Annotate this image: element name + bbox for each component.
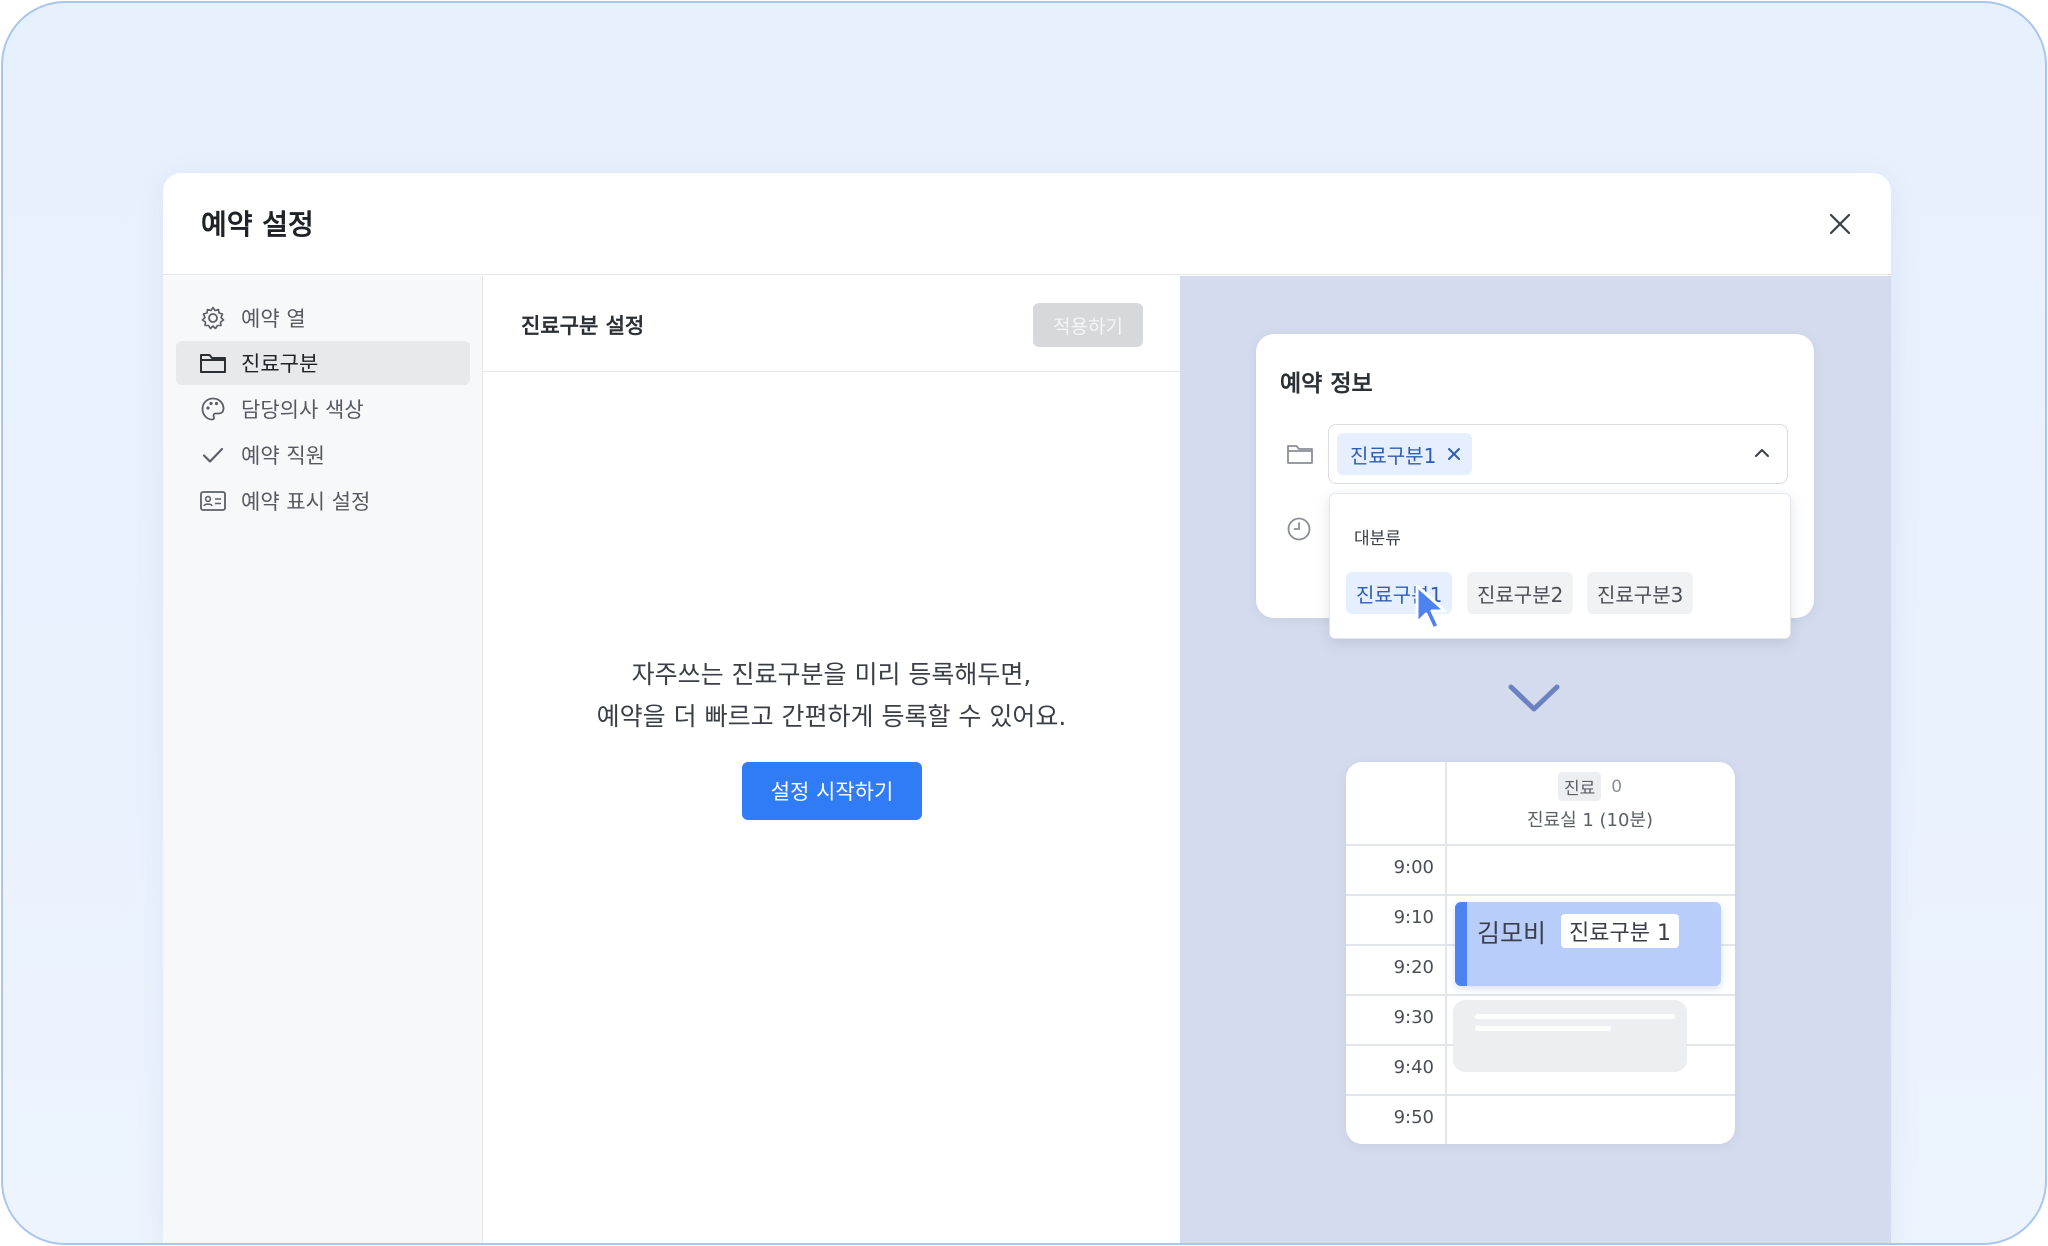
calendar-column-header: 진료 0 (1445, 772, 1735, 801)
id-card-icon (199, 487, 227, 515)
sidebar-item-label: 예약 열 (241, 307, 306, 331)
category-select[interactable]: 진료구분1 (1328, 424, 1788, 484)
time-label: 9:50 (1393, 1107, 1434, 1128)
main-header: 진료구분 설정 적용하기 (483, 276, 1180, 372)
dialog-header: 예약 설정 (163, 173, 1891, 275)
selected-chip: 진료구분1 (1337, 433, 1473, 475)
sidebar-item-doctor-color[interactable]: 담당의사 색상 (176, 387, 470, 431)
close-icon (1829, 213, 1851, 235)
placeholder-line (1475, 1026, 1611, 1031)
start-setup-button[interactable]: 설정 시작하기 (742, 762, 922, 820)
chip-label: 진료구분1 (1350, 443, 1437, 468)
row-divider (1346, 1094, 1735, 1096)
time-label: 9:00 (1393, 857, 1434, 878)
appointment-category-tag: 진료구분 1 (1561, 914, 1679, 948)
calendar-preview: 진료 0 진료실 1 (10분) 9:00 9:10 9:20 9:30 9:4… (1346, 762, 1735, 1144)
reservation-count: 0 (1611, 776, 1623, 797)
row-divider (1346, 894, 1735, 896)
placeholder-line (1475, 1014, 1675, 1019)
dropdown-option[interactable]: 진료구분3 (1587, 572, 1694, 614)
category-dropdown: 대분류 진료구분1 진료구분2 진료구분3 (1329, 493, 1791, 639)
remove-chip-icon[interactable] (1446, 446, 1462, 462)
palette-icon (199, 395, 227, 423)
sidebar-item-display-settings[interactable]: 예약 표시 설정 (176, 479, 470, 523)
appointment-block[interactable]: 김모비 진료구분 1 (1455, 902, 1721, 986)
dropdown-option[interactable]: 진료구분2 (1467, 572, 1574, 614)
sidebar-item-reservation-column[interactable]: 예약 열 (176, 296, 470, 340)
sidebar-item-label: 담당의사 색상 (241, 398, 364, 422)
dialog-title: 예약 설정 (201, 208, 314, 241)
sidebar-item-reservation-staff[interactable]: 예약 직원 (176, 433, 470, 477)
patient-name: 김모비 (1477, 919, 1547, 948)
empty-state-line-1: 자주쓰는 진료구분을 미리 등록해두면, (631, 660, 1032, 689)
card-title: 예약 정보 (1280, 371, 1373, 397)
sidebar-item-label: 예약 표시 설정 (241, 490, 371, 514)
time-label: 9:40 (1393, 1057, 1434, 1078)
mouse-pointer-icon (1415, 584, 1447, 631)
sidebar-item-treatment-category[interactable]: 진료구분 (176, 341, 470, 385)
row-divider (1346, 994, 1735, 996)
empty-state-description: 자주쓰는 진료구분을 미리 등록해두면, 예약을 더 빠르고 간편하게 등록할 … (483, 654, 1180, 738)
main-panel: 진료구분 설정 적용하기 자주쓰는 진료구분을 미리 등록해두면, 예약을 더 … (483, 276, 1180, 1243)
room-label: 진료실 1 (10분) (1526, 810, 1654, 831)
time-label: 9:30 (1393, 1007, 1434, 1028)
placeholder-appointment (1453, 1000, 1687, 1072)
clock-icon (1287, 517, 1311, 541)
chevron-up-icon[interactable] (1753, 447, 1771, 459)
app-frame: 예약 설정 예약 열 진료구분 담당의사 색상 예약 직원 예약 표시 설정 진… (1, 1, 2047, 1245)
close-button[interactable] (1825, 209, 1855, 239)
sidebar: 예약 열 진료구분 담당의사 색상 예약 직원 예약 표시 설정 (163, 276, 483, 1243)
time-label: 9:20 (1393, 957, 1434, 978)
appointment-color-bar (1455, 902, 1467, 986)
row-divider (1346, 844, 1735, 846)
check-icon (199, 441, 227, 469)
category-tag: 진료 (1557, 772, 1602, 801)
sidebar-item-label: 진료구분 (241, 352, 319, 376)
section-title: 진료구분 설정 (521, 314, 645, 338)
apply-button[interactable]: 적용하기 (1033, 303, 1143, 347)
folder-icon (199, 349, 227, 377)
dropdown-group-label: 대분류 (1354, 529, 1401, 549)
chevron-down-icon (1508, 684, 1560, 712)
gear-icon (199, 304, 227, 332)
empty-state-line-2: 예약을 더 빠르고 간편하게 등록할 수 있어요. (596, 702, 1067, 731)
sidebar-item-label: 예약 직원 (241, 444, 325, 468)
folder-icon (1287, 445, 1313, 464)
time-label: 9:10 (1393, 907, 1434, 928)
